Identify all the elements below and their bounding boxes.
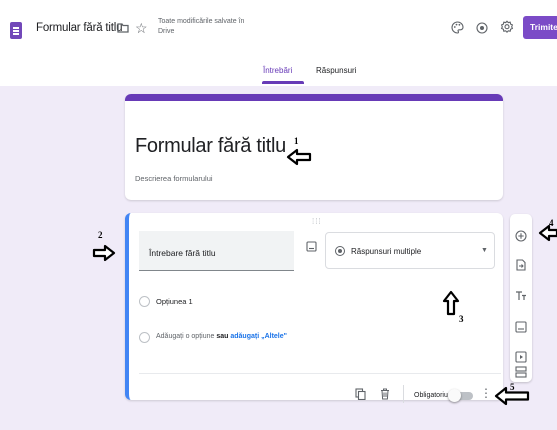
or-word: sau [216, 333, 229, 340]
image-icon[interactable] [306, 241, 317, 252]
required-label: Obligatoriu [414, 392, 448, 399]
add-other-link[interactable]: adăugați „Altele" [230, 333, 287, 340]
form-title[interactable]: Formular fără titlu [135, 135, 286, 158]
add-option-radio-icon [139, 332, 150, 343]
option-1-field[interactable]: Opțiunea 1 [156, 297, 193, 306]
arrow-left-icon-5 [494, 386, 530, 406]
star-icon[interactable]: ☆ [135, 21, 148, 35]
question-divider [139, 373, 501, 374]
add-option-row: Adăugați o opțiune sau adăugați „Altele" [156, 333, 287, 340]
arrow-left-icon-4 [538, 224, 557, 242]
annotation-number-3: 3 [459, 314, 464, 324]
saved-status: Toate modificările salvate în Drive [158, 18, 245, 35]
arrow-up-icon-3 [442, 290, 460, 316]
import-icon[interactable] [515, 259, 527, 271]
send-button[interactable]: Trimiteți [523, 16, 557, 39]
active-tab-indicator [262, 81, 304, 84]
add-image-icon[interactable] [515, 321, 527, 333]
tab-responses[interactable]: Răspunsuri [316, 66, 356, 75]
add-section-icon[interactable] [515, 366, 527, 378]
form-description[interactable]: Descrierea formularului [135, 174, 213, 183]
drag-handle-icon[interactable]: ⁞⁞⁞ [312, 217, 322, 226]
document-title[interactable]: Formular fără titlu [36, 22, 123, 34]
add-video-icon[interactable] [515, 351, 527, 363]
add-circle-icon[interactable] [515, 230, 527, 242]
radio-icon [335, 246, 345, 256]
option-radio-icon [139, 296, 150, 307]
required-toggle-knob[interactable] [448, 389, 461, 402]
trash-icon[interactable] [380, 388, 390, 400]
caret-down-icon: ▼ [481, 247, 488, 254]
arrow-right-icon-2 [92, 244, 116, 262]
annotation-number-1: 1 [294, 136, 299, 146]
annotation-number-2: 2 [98, 230, 103, 240]
floating-toolbar [510, 214, 532, 382]
gear-icon[interactable] [500, 20, 514, 34]
footer-separator [403, 385, 404, 403]
form-title-card: Formular fără titlu Descrierea formularu… [125, 94, 503, 200]
eye-icon[interactable] [476, 22, 488, 34]
top-bar: Formular fără titlu ☆ Toate modificările… [0, 0, 557, 86]
add-option-link[interactable]: Adăugați o opțiune [156, 333, 214, 340]
more-vert-icon[interactable]: ⋮ [480, 386, 492, 400]
arrow-left-icon-1 [286, 148, 312, 166]
folder-icon[interactable] [117, 22, 129, 33]
title-text-icon[interactable] [515, 290, 527, 302]
copy-icon[interactable] [355, 388, 366, 400]
question-title-field[interactable]: Întrebare fără titlu [139, 231, 294, 271]
forms-logo-icon[interactable] [10, 22, 22, 39]
question-type-label: Răspunsuri multiple [351, 247, 422, 256]
tab-questions[interactable]: Întrebări [263, 66, 292, 75]
question-type-dropdown[interactable]: Răspunsuri multiple ▼ [325, 232, 495, 269]
question-title-text: Întrebare fără titlu [149, 248, 216, 258]
palette-icon[interactable] [451, 21, 464, 34]
